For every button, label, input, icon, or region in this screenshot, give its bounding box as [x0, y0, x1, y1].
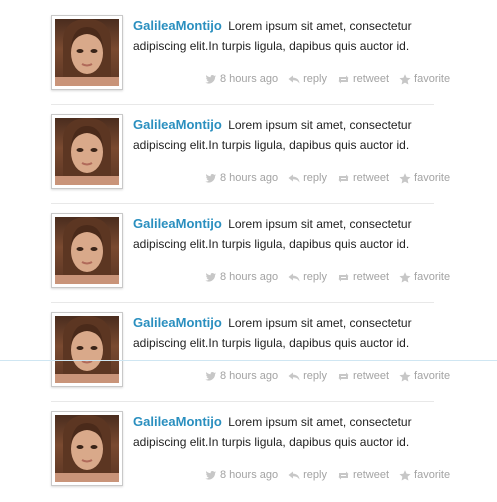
- avatar[interactable]: [51, 114, 123, 189]
- guide-line: [0, 360, 497, 361]
- tweet-item: GalileaMontijo Lorem ipsum sit amet, con…: [0, 99, 497, 204]
- retweet-button[interactable]: retweet: [337, 370, 389, 382]
- tweet-actions: 8 hours ago reply retweet favorite: [205, 171, 460, 185]
- bird-icon: [205, 470, 216, 480]
- star-icon: [399, 172, 411, 183]
- retweet-icon: [338, 174, 349, 182]
- favorite-button[interactable]: favorite: [399, 271, 450, 283]
- reply-button[interactable]: reply: [288, 172, 327, 184]
- avatar[interactable]: [51, 411, 123, 486]
- timestamp[interactable]: 8 hours ago: [205, 370, 278, 382]
- star-icon: [399, 271, 411, 282]
- favorite-button[interactable]: favorite: [399, 370, 450, 382]
- reply-arrow-icon: [288, 174, 300, 182]
- tweet-text: GalileaMontijo Lorem ipsum sit amet, con…: [133, 412, 463, 452]
- retweet-button[interactable]: retweet: [337, 73, 389, 85]
- tweet-actions: 8 hours ago reply retweet favorite: [205, 468, 460, 482]
- favorite-button[interactable]: favorite: [399, 73, 450, 85]
- username-link[interactable]: GalileaMontijo: [133, 216, 222, 231]
- username-link[interactable]: GalileaMontijo: [133, 315, 222, 330]
- tweet-item: GalileaMontijo Lorem ipsum sit amet, con…: [0, 297, 497, 402]
- timestamp[interactable]: 8 hours ago: [205, 271, 278, 283]
- tweet-text: GalileaMontijo Lorem ipsum sit amet, con…: [133, 115, 463, 155]
- tweet-actions: 8 hours ago reply retweet favorite: [205, 72, 460, 86]
- tweet-actions: 8 hours ago reply retweet favorite: [205, 369, 460, 383]
- retweet-icon: [338, 273, 349, 281]
- tweet-item: GalileaMontijo Lorem ipsum sit amet, con…: [0, 396, 497, 495]
- timestamp[interactable]: 8 hours ago: [205, 469, 278, 481]
- bird-icon: [205, 272, 216, 282]
- retweet-icon: [338, 471, 349, 479]
- reply-arrow-icon: [288, 372, 300, 380]
- star-icon: [399, 469, 411, 480]
- retweet-icon: [338, 75, 349, 83]
- retweet-icon: [338, 372, 349, 380]
- reply-button[interactable]: reply: [288, 469, 327, 481]
- avatar-photo: [55, 118, 119, 185]
- tweet-feed: GalileaMontijo Lorem ipsum sit amet, con…: [0, 0, 497, 502]
- bird-icon: [205, 371, 216, 381]
- tweet-text: GalileaMontijo Lorem ipsum sit amet, con…: [133, 313, 463, 353]
- reply-arrow-icon: [288, 471, 300, 479]
- tweet-item: GalileaMontijo Lorem ipsum sit amet, con…: [0, 198, 497, 303]
- reply-button[interactable]: reply: [288, 73, 327, 85]
- retweet-button[interactable]: retweet: [337, 172, 389, 184]
- tweet-item: GalileaMontijo Lorem ipsum sit amet, con…: [0, 0, 497, 105]
- avatar-photo: [55, 19, 119, 86]
- tweet-text: GalileaMontijo Lorem ipsum sit amet, con…: [133, 16, 463, 56]
- avatar-photo: [55, 316, 119, 383]
- avatar-photo: [55, 415, 119, 482]
- timestamp[interactable]: 8 hours ago: [205, 172, 278, 184]
- avatar[interactable]: [51, 15, 123, 90]
- reply-button[interactable]: reply: [288, 370, 327, 382]
- username-link[interactable]: GalileaMontijo: [133, 18, 222, 33]
- username-link[interactable]: GalileaMontijo: [133, 117, 222, 132]
- username-link[interactable]: GalileaMontijo: [133, 414, 222, 429]
- tweet-actions: 8 hours ago reply retweet favorite: [205, 270, 460, 284]
- avatar[interactable]: [51, 312, 123, 387]
- retweet-button[interactable]: retweet: [337, 469, 389, 481]
- bird-icon: [205, 74, 216, 84]
- star-icon: [399, 73, 411, 84]
- tweet-text: GalileaMontijo Lorem ipsum sit amet, con…: [133, 214, 463, 254]
- star-icon: [399, 370, 411, 381]
- reply-button[interactable]: reply: [288, 271, 327, 283]
- reply-arrow-icon: [288, 75, 300, 83]
- timestamp[interactable]: 8 hours ago: [205, 73, 278, 85]
- bird-icon: [205, 173, 216, 183]
- avatar-photo: [55, 217, 119, 284]
- avatar[interactable]: [51, 213, 123, 288]
- favorite-button[interactable]: favorite: [399, 172, 450, 184]
- reply-arrow-icon: [288, 273, 300, 281]
- favorite-button[interactable]: favorite: [399, 469, 450, 481]
- retweet-button[interactable]: retweet: [337, 271, 389, 283]
